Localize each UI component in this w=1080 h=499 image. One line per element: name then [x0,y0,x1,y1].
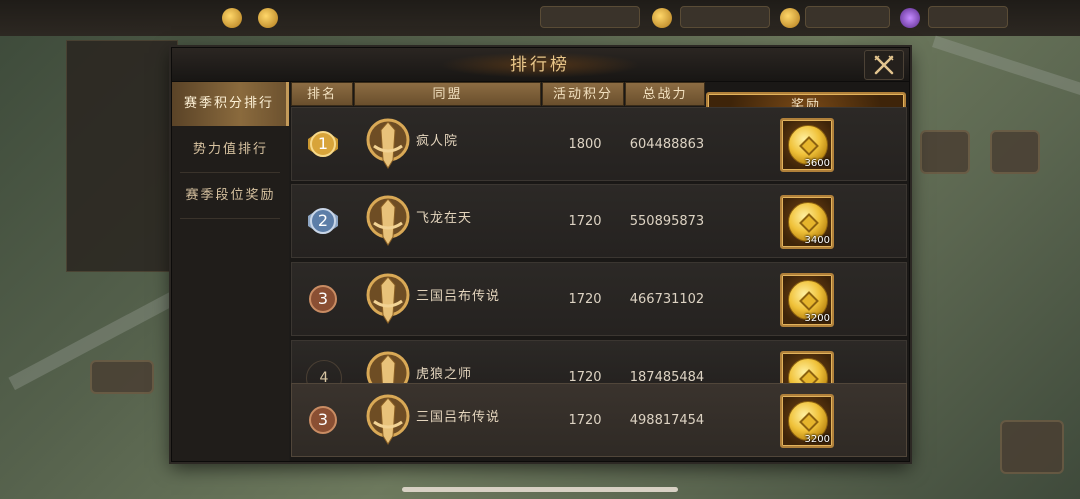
total-power: 466731102 [629,292,705,307]
map-building [990,130,1040,174]
modal-header: 排行榜 [172,48,909,82]
rank-number: 4 [306,360,342,383]
table-header: 排名 同盟 活动积分 总战力 奖励 [290,82,909,146]
total-power: 498817454 [629,413,705,428]
column-header-alliance: 同盟 [354,82,541,106]
resource-icon [258,8,278,28]
activity-score: 1800 [568,137,602,152]
reward-quantity: 3200 [804,313,830,324]
activity-score: 1720 [568,413,602,428]
alliance-name: 三国吕布传说 [416,410,501,425]
activity-score: 1720 [568,292,602,307]
table-row[interactable]: 1 疯人院 1800 604488863 3600 [291,107,907,181]
reward-quantity: 3200 [804,434,830,445]
column-header-rank: 排名 [291,82,353,106]
rank-medal-icon: 1 [306,127,340,161]
reward-quantity: 3400 [804,235,830,246]
alliance-emblem-icon [364,271,412,327]
resource-icon [900,8,920,28]
road [932,35,1080,97]
resource-icon [652,8,672,28]
rank-number: 2 [317,211,329,230]
table-row[interactable]: 4 虎狼之师 1720 187485484 [291,340,907,384]
resource-icon [222,8,242,28]
alliance-emblem-icon [364,392,412,448]
reward-item[interactable]: 3400 [780,195,834,249]
resource-chip [805,6,890,28]
alliance-name: 疯人院 [416,134,459,149]
reward-quantity: 3600 [804,158,830,169]
modal-title: 排行榜 [440,52,640,78]
my-alliance-row[interactable]: 3 三国吕布传说 1720 498817454 3200 [291,383,907,457]
background-side-panel [66,40,178,272]
reward-item[interactable]: 3200 [780,394,834,448]
resource-chip [928,6,1008,28]
alliance-emblem-icon [364,349,412,383]
rank-medal-icon: 3 [306,282,340,316]
tab-season-tier-rewards[interactable]: 赛季段位奖励 [172,174,289,218]
alliance-name: 虎狼之师 [416,367,473,382]
rank-number: 3 [317,410,329,429]
table-row[interactable]: 2 飞龙在天 1720 550895873 3400 [291,184,907,258]
rank-number: 1 [317,134,329,153]
activity-score: 1720 [568,214,602,229]
map-building [920,130,970,174]
resource-icon [780,8,800,28]
reward-item[interactable] [780,351,834,383]
table-row[interactable]: 3 三国吕布传说 1720 466731102 3200 [291,262,907,336]
map-building [90,360,154,394]
tab-power-ranking[interactable]: 势力值排行 [172,128,289,172]
reward-item[interactable]: 3600 [780,118,834,172]
total-power: 550895873 [629,214,705,229]
rank-medal-icon: 2 [306,204,340,238]
activity-score: 1720 [568,370,602,384]
top-resource-bar [0,0,1080,36]
total-power: 604488863 [629,137,705,152]
rank-medal-icon: 3 [306,403,340,437]
close-icon [874,55,894,75]
alliance-emblem-icon [364,193,412,249]
alliance-name: 飞龙在天 [416,211,473,226]
tab-divider [180,218,280,219]
total-power: 187485484 [629,370,705,384]
ranking-table: 排名 同盟 活动积分 总战力 奖励 1 疯人院 1800 604488863 3… [290,82,909,461]
side-tab-list: 赛季积分排行 势力值排行 赛季段位奖励 [172,82,289,461]
tab-season-points-ranking[interactable]: 赛季积分排行 [172,82,289,126]
close-button[interactable] [864,50,904,80]
leaderboard-modal: 排行榜 赛季积分排行 势力值排行 赛季段位奖励 排名 同盟 活动积分 总战力 奖… [171,47,910,462]
tab-divider [180,172,280,173]
column-header-score: 活动积分 [542,82,624,106]
resource-chip [680,6,770,28]
column-header-power: 总战力 [625,82,705,106]
rank-number: 3 [317,289,329,308]
map-building [1000,420,1064,474]
alliance-emblem-icon [364,116,412,172]
gold-coin-icon [788,358,828,383]
alliance-name: 三国吕布传说 [416,289,501,304]
resource-chip [540,6,640,28]
reward-item[interactable]: 3200 [780,273,834,327]
home-indicator [402,487,678,492]
